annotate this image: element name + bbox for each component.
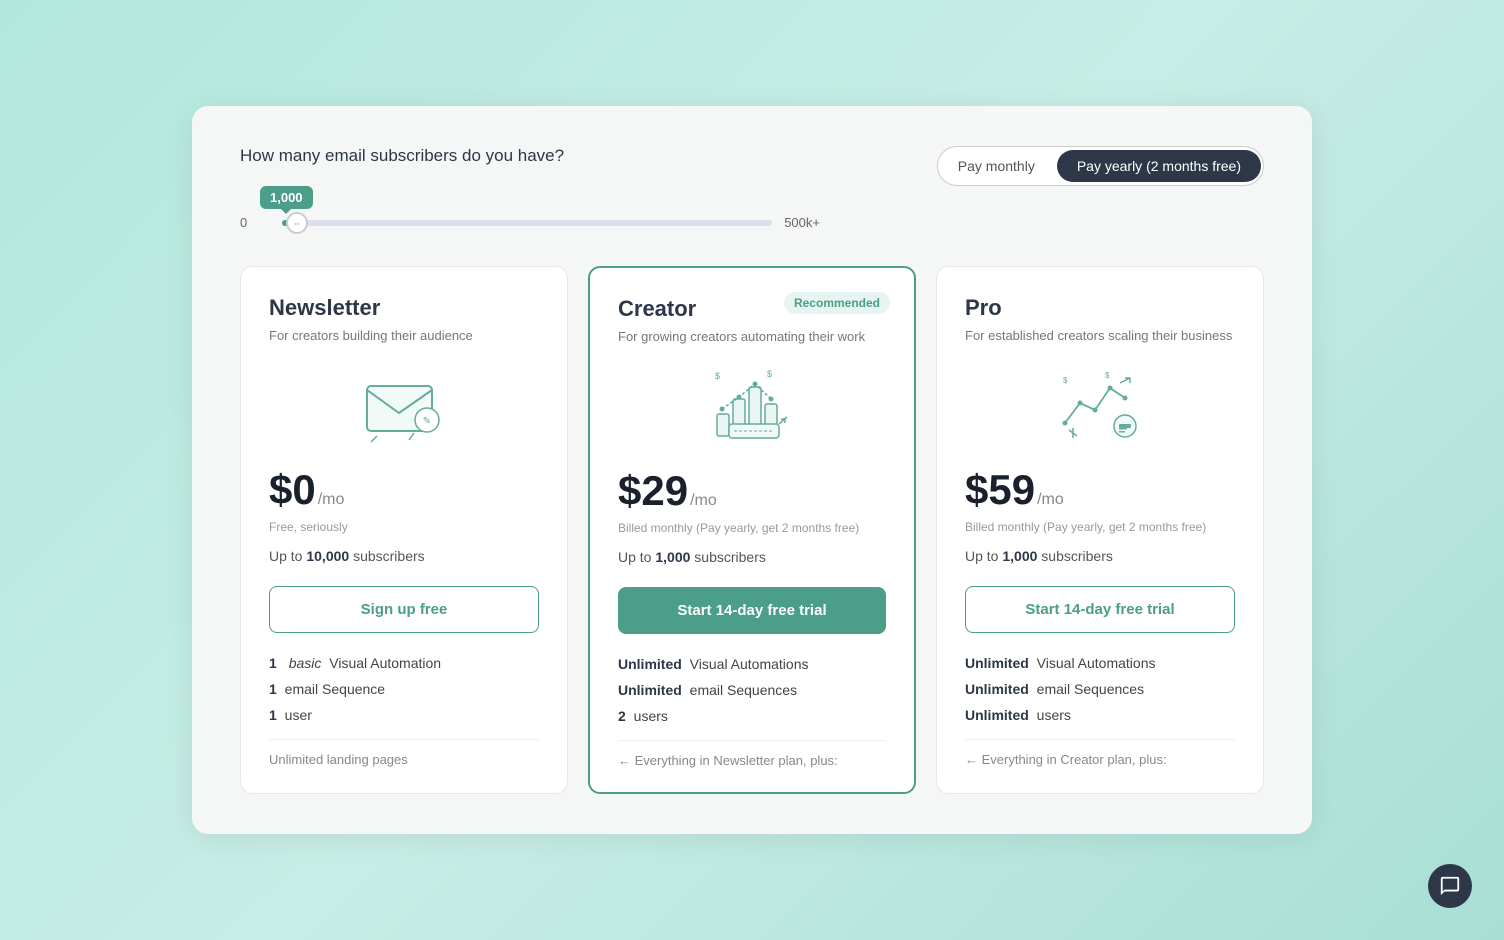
creator-billing-note: Billed monthly (Pay yearly, get 2 months… <box>618 521 886 535</box>
newsletter-subscribers: Up to 10,000 subscribers <box>269 548 539 564</box>
pro-price: $59 /mo <box>965 466 1235 514</box>
slider-min-label: 0 <box>240 215 270 230</box>
pro-subscribers: Up to 1,000 subscribers <box>965 548 1235 564</box>
creator-price-period: /mo <box>690 492 717 510</box>
pro-cta-button[interactable]: Start 14-day free trial <box>965 586 1235 633</box>
billing-toggle: Pay monthly Pay yearly (2 months free) <box>937 146 1264 186</box>
pro-billing-note: Billed monthly (Pay yearly, get 2 months… <box>965 520 1235 534</box>
pro-plan: Pro For established creators scaling the… <box>936 266 1264 793</box>
creator-plan-desc: For growing creators automating their wo… <box>618 328 886 346</box>
creator-plan: Recommended Creator For growing creators… <box>588 266 916 793</box>
newsletter-plan-desc: For creators building their audience <box>269 327 539 345</box>
pro-feature-automation: Unlimited Visual Automations <box>965 655 1235 671</box>
creator-price-value: $29 <box>618 467 688 515</box>
newsletter-billing-note: Free, seriously <box>269 520 539 534</box>
pro-illustration: $ $ <box>965 366 1235 446</box>
slider-row: 0 500k+ <box>240 215 820 230</box>
pro-feature-users: Unlimited users <box>965 707 1235 723</box>
pricing-card: How many email subscribers do you have? … <box>192 106 1312 833</box>
pay-yearly-option[interactable]: Pay yearly (2 months free) <box>1057 150 1261 182</box>
newsletter-price-period: /mo <box>318 491 345 509</box>
svg-text:$: $ <box>767 369 772 379</box>
newsletter-cta-button[interactable]: Sign up free <box>269 586 539 633</box>
creator-cta-button[interactable]: Start 14-day free trial <box>618 587 886 634</box>
recommended-badge: Recommended <box>784 292 890 314</box>
svg-text:$: $ <box>1105 371 1110 380</box>
creator-feature-users: 2 users <box>618 708 886 724</box>
svg-text:$: $ <box>715 371 720 381</box>
newsletter-footer: Unlimited landing pages <box>269 739 539 767</box>
newsletter-feature-sequence: 1 email Sequence <box>269 681 539 697</box>
newsletter-plan-name: Newsletter <box>269 295 539 321</box>
creator-features: Unlimited Visual Automations Unlimited e… <box>618 656 886 724</box>
creator-subscribers-count: 1,000 <box>655 549 690 565</box>
pro-plan-name: Pro <box>965 295 1235 321</box>
newsletter-illustration: ✎ <box>269 366 539 446</box>
pro-feature-sequence: Unlimited email Sequences <box>965 681 1235 697</box>
svg-text:✎: ✎ <box>423 416 431 427</box>
pro-footer: ← Everything in Creator plan, plus: <box>965 739 1235 767</box>
creator-illustration: $ $ <box>618 367 886 447</box>
newsletter-subscribers-count: 10,000 <box>306 548 349 564</box>
newsletter-features: 1 basic Visual Automation 1 email Sequen… <box>269 655 539 723</box>
top-section: How many email subscribers do you have? … <box>240 146 1264 230</box>
newsletter-footer-text: Unlimited landing pages <box>269 752 408 767</box>
creator-feature-sequence: Unlimited email Sequences <box>618 682 886 698</box>
newsletter-price-value: $0 <box>269 466 316 514</box>
pro-price-period: /mo <box>1037 491 1064 509</box>
creator-price: $29 /mo <box>618 467 886 515</box>
newsletter-price: $0 /mo <box>269 466 539 514</box>
slider-tooltip: 1,000 <box>260 186 313 209</box>
subscriber-slider[interactable] <box>282 220 772 226</box>
chat-button[interactable] <box>1428 864 1472 908</box>
plans-grid: Newsletter For creators building their a… <box>240 266 1264 793</box>
chat-icon <box>1439 875 1461 897</box>
svg-text:$: $ <box>1063 376 1068 385</box>
pro-features: Unlimited Visual Automations Unlimited e… <box>965 655 1235 723</box>
creator-feature-automation: Unlimited Visual Automations <box>618 656 886 672</box>
creator-subscribers: Up to 1,000 subscribers <box>618 549 886 565</box>
slider-max-label: 500k+ <box>784 215 820 230</box>
pro-price-value: $59 <box>965 466 1035 514</box>
pro-plan-desc: For established creators scaling their b… <box>965 327 1235 345</box>
creator-footer-text: ← Everything in Newsletter plan, plus: <box>618 753 838 768</box>
slider-thumb[interactable] <box>286 212 308 234</box>
newsletter-feature-users: 1 user <box>269 707 539 723</box>
pro-footer-text: ← Everything in Creator plan, plus: <box>965 752 1167 767</box>
pro-subscribers-count: 1,000 <box>1002 548 1037 564</box>
newsletter-feature-automation: 1 basic Visual Automation <box>269 655 539 671</box>
pay-monthly-option[interactable]: Pay monthly <box>938 150 1055 182</box>
creator-footer: ← Everything in Newsletter plan, plus: <box>618 740 886 768</box>
slider-section: How many email subscribers do you have? … <box>240 146 820 230</box>
slider-label: How many email subscribers do you have? <box>240 146 820 166</box>
newsletter-plan: Newsletter For creators building their a… <box>240 266 568 793</box>
